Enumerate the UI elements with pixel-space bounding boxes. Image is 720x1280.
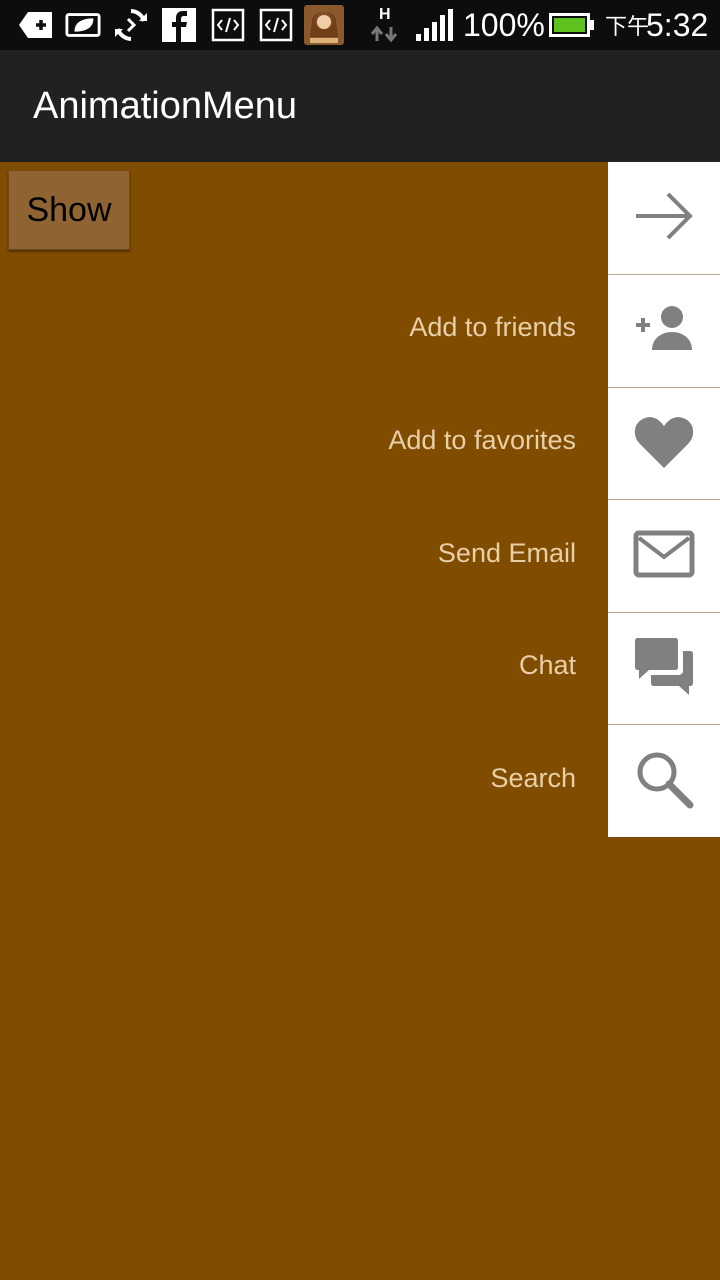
app-title: AnimationMenu bbox=[33, 85, 298, 127]
leaf-icon bbox=[65, 7, 101, 43]
code-icon bbox=[258, 7, 294, 43]
menu-item-add-to-friends[interactable] bbox=[608, 275, 720, 387]
sync-icon bbox=[113, 7, 149, 43]
show-button[interactable]: Show bbox=[8, 170, 130, 250]
menu-label-search[interactable]: Search bbox=[490, 758, 576, 798]
envelope-icon bbox=[633, 530, 695, 583]
battery-percent: 100% bbox=[463, 7, 545, 43]
add-icon bbox=[18, 7, 54, 43]
arrow-right-icon bbox=[632, 188, 696, 249]
clock: 5:32 bbox=[646, 7, 709, 43]
chat-icon bbox=[633, 637, 695, 702]
time-period: 下午 bbox=[605, 14, 650, 39]
menu-label-add-to-favorites[interactable]: Add to favorites bbox=[388, 420, 576, 460]
svg-text:H: H bbox=[379, 6, 391, 23]
menu-item-send-email[interactable] bbox=[608, 500, 720, 612]
action-bar: AnimationMenu bbox=[0, 50, 720, 162]
facebook-icon bbox=[161, 7, 197, 43]
menu-label-chat[interactable]: Chat bbox=[519, 645, 576, 685]
search-icon bbox=[634, 749, 694, 814]
menu-item-chat[interactable] bbox=[608, 613, 720, 725]
menu-item-add-to-favorites[interactable] bbox=[608, 388, 720, 500]
heart-icon bbox=[633, 414, 695, 475]
battery-icon bbox=[549, 7, 595, 43]
menu-close-button[interactable] bbox=[608, 162, 720, 274]
menu-item-search[interactable] bbox=[608, 725, 720, 837]
signal-icon bbox=[414, 7, 454, 43]
app-avatar-icon bbox=[304, 5, 344, 45]
add-person-icon bbox=[632, 304, 696, 359]
code-icon bbox=[210, 7, 246, 43]
menu-label-send-email[interactable]: Send Email bbox=[438, 533, 576, 573]
menu-label-add-to-friends[interactable]: Add to friends bbox=[409, 307, 576, 347]
status-bar: H 100% 下午 5:32 bbox=[0, 0, 720, 50]
data-transfer-icon: H bbox=[367, 6, 403, 43]
